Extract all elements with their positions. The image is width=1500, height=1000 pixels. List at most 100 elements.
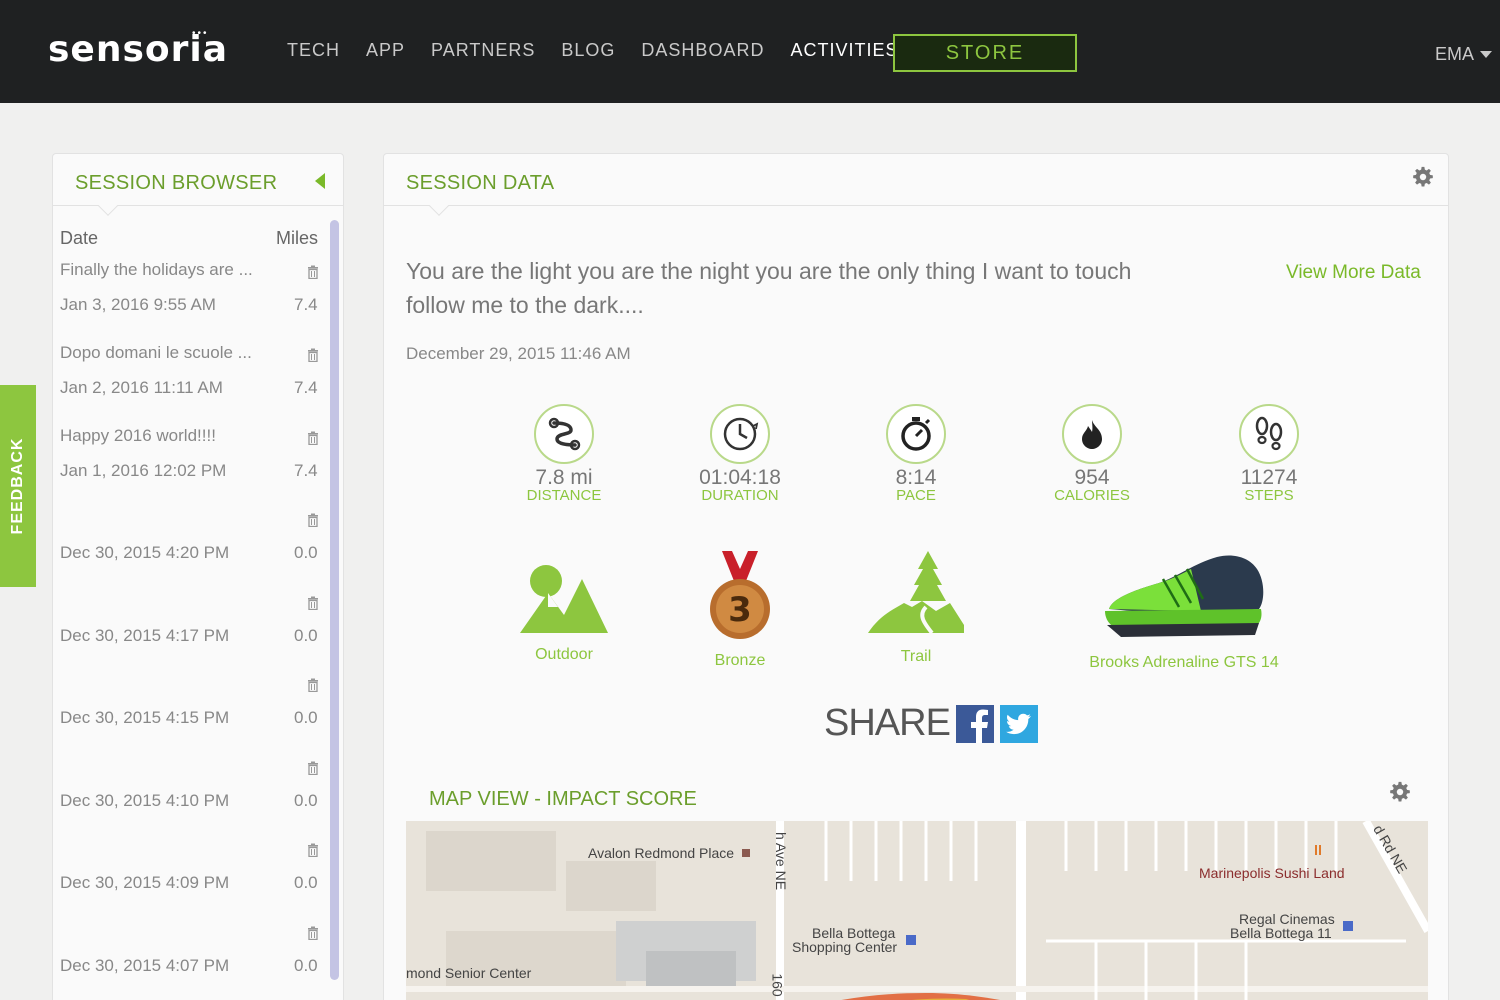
session-row[interactable]: Dopo domani le scuole ... Jan 2, 2016 11… (53, 337, 333, 419)
sensoria-logo[interactable]: sensoria ••• (48, 28, 228, 70)
session-miles: 0.0 (294, 708, 318, 727)
session-date: Dec 30, 2015 4:20 PM (60, 543, 230, 562)
map-label: mond Senior Center (406, 965, 532, 981)
trash-icon[interactable] (307, 431, 319, 445)
stat-value: 954 (1074, 466, 1110, 489)
nav-item-partners[interactable]: PARTNERS (431, 40, 535, 61)
stat-label: DURATION (701, 487, 779, 504)
route-icon (534, 404, 594, 464)
stat-steps: 11274 STEPS (1194, 404, 1344, 504)
map-street-label: 160 (769, 973, 786, 997)
stat-distance: 7.8 mi DISTANCE (489, 404, 639, 504)
nav-item-blog[interactable]: BLOG (561, 40, 615, 61)
session-datetime: December 29, 2015 11:46 AM (406, 344, 631, 363)
top-nav: sensoria ••• TECH APP PARTNERS BLOG DASH… (0, 0, 1500, 103)
stat-value: 11274 (1240, 466, 1298, 489)
session-browser-title: SESSION BROWSER (75, 172, 278, 194)
trash-icon[interactable] (307, 843, 319, 857)
stat-label: PACE (896, 487, 936, 504)
mountain-icon (520, 565, 608, 633)
session-date: Jan 2, 2016 11:11 AM (60, 378, 223, 397)
bronze-medal-icon: 3 (710, 551, 770, 639)
stat-label: STEPS (1244, 487, 1294, 504)
session-title: Happy 2016 world!!!! (60, 426, 216, 445)
flame-icon (1062, 404, 1122, 464)
session-row[interactable]: Dec 30, 2015 4:10 PM 0.0 (53, 750, 333, 832)
store-button[interactable]: STORE (893, 34, 1077, 72)
session-browser-panel: SESSION BROWSER Date Miles Finally the h… (52, 153, 344, 1000)
nav-item-tech[interactable]: TECH (287, 40, 340, 61)
session-date: Dec 30, 2015 4:09 PM (60, 873, 230, 892)
map-view-title: MAP VIEW - IMPACT SCORE (429, 788, 697, 810)
session-row[interactable]: Dec 30, 2015 4:09 PM 0.0 (53, 832, 333, 914)
column-header-date: Date (60, 228, 99, 248)
trash-icon[interactable] (307, 926, 319, 940)
header-notch (429, 196, 449, 216)
session-title: Dopo domani le scuole ... (60, 343, 252, 362)
facebook-icon[interactable] (955, 704, 994, 743)
nav-item-dashboard[interactable]: DASHBOARD (641, 40, 764, 61)
map-street-label: h Ave NE (773, 831, 790, 891)
stat-value: 01:04:18 (699, 466, 781, 489)
map-label: Bella Bottega 11 (1230, 925, 1332, 941)
session-row[interactable]: Dec 30, 2015 4:15 PM 0.0 (53, 667, 333, 749)
badge-label: Bronze (714, 652, 766, 669)
stopwatch-icon (886, 404, 946, 464)
badge-label: Trail (900, 648, 932, 665)
collapse-arrow-icon[interactable] (315, 173, 325, 189)
gear-icon[interactable] (1412, 166, 1434, 188)
medal-rank: 3 (728, 590, 752, 630)
trash-icon[interactable] (307, 348, 319, 362)
trash-icon[interactable] (307, 265, 319, 279)
session-row[interactable]: Happy 2016 world!!!! Jan 1, 2016 12:02 P… (53, 420, 333, 502)
session-date: Dec 30, 2015 4:10 PM (60, 791, 230, 810)
trash-icon[interactable] (307, 596, 319, 610)
trash-icon[interactable] (307, 761, 319, 775)
session-miles: 0.0 (294, 956, 318, 975)
session-browser-header: SESSION BROWSER (53, 154, 343, 216)
session-date: Dec 30, 2015 4:07 PM (60, 956, 230, 975)
session-miles: 7.4 (294, 378, 318, 397)
session-date: Jan 1, 2016 12:02 PM (60, 461, 227, 480)
session-data-header: SESSION DATA (384, 154, 1448, 216)
stat-pace: 8:14 PACE (841, 404, 991, 504)
nav-item-app[interactable]: APP (366, 40, 405, 61)
impact-map[interactable]: Avalon Redmond Place Bella Bottega Shopp… (406, 821, 1428, 1000)
stat-value: 8:14 (895, 466, 937, 489)
map-label: Marinepolis Sushi Land (1199, 865, 1345, 881)
badge-trail: Trail (861, 549, 971, 666)
session-description: You are the light you are the night you … (406, 258, 1132, 318)
badge-bronze: 3 Bronze (685, 549, 795, 670)
session-miles: 0.0 (294, 626, 318, 645)
view-more-data-link[interactable]: View More Data (1286, 262, 1421, 284)
session-title: Finally the holidays are ... (60, 260, 253, 279)
trash-icon[interactable] (307, 678, 319, 692)
nav-item-activities[interactable]: ACTIVITIES (790, 40, 898, 61)
session-row[interactable]: Dec 30, 2015 4:20 PM 0.0 (53, 502, 333, 584)
trash-icon[interactable] (307, 513, 319, 527)
session-miles: 0.0 (294, 543, 318, 562)
session-row[interactable]: Dec 30, 2015 4:07 PM 0.0 (53, 915, 333, 997)
share-bar: SHARE (824, 702, 1044, 745)
session-date: Dec 30, 2015 4:17 PM (60, 626, 230, 645)
stat-duration: 01:04:18 DURATION (665, 404, 815, 504)
session-row[interactable]: Dec 30, 2015 4:17 PM 0.0 (53, 585, 333, 667)
map-label: Shopping Center (792, 939, 898, 955)
session-date: Dec 30, 2015 4:15 PM (60, 708, 230, 727)
stat-value: 7.8 mi (535, 466, 593, 489)
badge-label: Outdoor (535, 646, 593, 663)
user-name: EMA (1434, 44, 1474, 64)
feedback-label: FEEDBACK (9, 437, 26, 535)
twitter-icon[interactable] (999, 704, 1038, 743)
header-notch (98, 196, 118, 216)
gear-icon[interactable] (1389, 781, 1411, 803)
badge-shoe[interactable]: Brooks Adrenaline GTS 14 (1084, 549, 1284, 672)
session-miles: 0.0 (294, 791, 318, 810)
stat-calories: 954 CALORIES (1017, 404, 1167, 504)
share-label: SHARE (824, 702, 951, 744)
trail-icon (868, 551, 964, 635)
user-menu[interactable]: EMA (1435, 44, 1492, 65)
feedback-tab[interactable]: FEEDBACK (0, 385, 36, 587)
session-miles: 7.4 (294, 295, 318, 314)
session-row[interactable]: Finally the holidays are ... Jan 3, 2016… (53, 254, 333, 336)
